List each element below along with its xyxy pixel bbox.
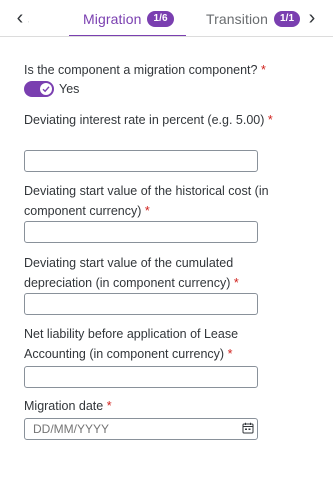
migration-date-input[interactable] — [24, 418, 258, 440]
required-mark: * — [233, 276, 239, 290]
migration-component-label-text: Is the component a migration component? — [24, 63, 258, 77]
migration-date-label: Migration date * — [24, 396, 284, 416]
required-mark: * — [267, 113, 273, 127]
tab-components[interactable]: ents — [28, 0, 29, 37]
check-icon — [40, 83, 52, 95]
historical-cost-group: Deviating start value of the historical … — [24, 181, 284, 243]
migration-component-toggle[interactable] — [24, 81, 54, 97]
tab-bar: ‹ ents Migration 1/6 Transition 1/1 › — [0, 0, 333, 37]
net-liability-group: Net liability before application of Leas… — [24, 324, 284, 388]
migration-date-group: Migration date * — [24, 396, 284, 442]
interest-rate-input[interactable] — [24, 150, 258, 172]
interest-rate-group: Deviating interest rate in percent (e.g.… — [24, 110, 284, 172]
toggle-value-text: Yes — [59, 82, 80, 96]
cumulated-depreciation-label: Deviating start value of the cumulated d… — [24, 253, 284, 293]
migration-date-label-text: Migration date — [24, 399, 104, 413]
required-mark: * — [260, 63, 266, 77]
tab-transition-label: Transition — [206, 10, 268, 27]
cumulated-depreciation-input[interactable] — [24, 293, 258, 315]
calendar-icon[interactable] — [242, 422, 254, 434]
migration-component-group: Is the component a migration component? … — [24, 60, 284, 100]
historical-cost-input[interactable] — [24, 221, 258, 243]
interest-rate-label: Deviating interest rate in percent (e.g.… — [24, 110, 284, 130]
required-mark: * — [227, 347, 233, 361]
migration-component-label: Is the component a migration component? … — [24, 60, 284, 80]
tab-migration[interactable]: Migration 1/6 — [69, 0, 186, 37]
tab-migration-badge: 1/6 — [147, 10, 174, 27]
net-liability-input[interactable] — [24, 366, 258, 388]
net-liability-label-text: Net liability before application of Leas… — [24, 327, 239, 361]
required-mark: * — [144, 204, 150, 218]
tab-transition-badge: 1/1 — [273, 10, 301, 27]
cumulated-depreciation-label-text: Deviating start value of the cumulated d… — [24, 256, 234, 290]
net-liability-label: Net liability before application of Leas… — [24, 324, 284, 364]
interest-rate-label-text: Deviating interest rate in percent (e.g.… — [24, 113, 265, 127]
tab-components-label: ents — [28, 11, 29, 27]
tab-transition[interactable]: Transition 1/1 — [206, 0, 301, 37]
tabs-viewport: ents Migration 1/6 Transition 1/1 — [28, 0, 304, 37]
cumulated-depreciation-group: Deviating start value of the cumulated d… — [24, 253, 284, 315]
tab-migration-label: Migration — [83, 10, 142, 27]
chevron-right-icon[interactable]: › — [304, 8, 320, 30]
required-mark: * — [106, 399, 112, 413]
historical-cost-label: Deviating start value of the historical … — [24, 181, 284, 221]
chevron-left-icon[interactable]: ‹ — [12, 8, 28, 30]
tab-bar-divider — [0, 36, 333, 37]
